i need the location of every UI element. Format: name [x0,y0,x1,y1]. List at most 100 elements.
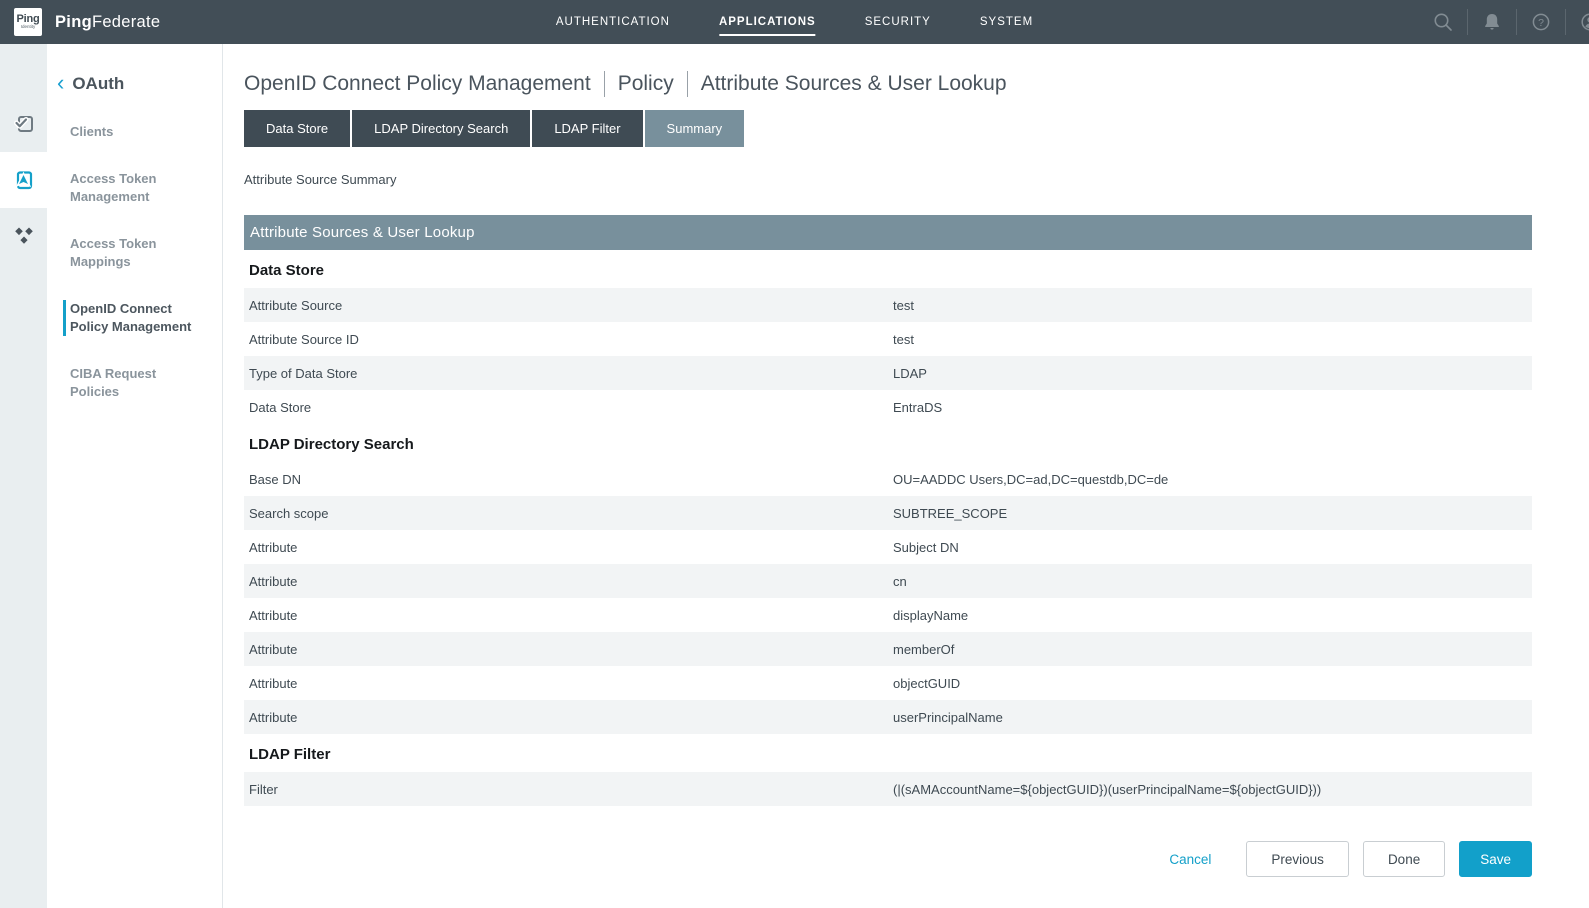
table-row: Base DNOU=AADDC Users,DC=ad,DC=questdb,D… [244,462,1532,496]
logo-text: Ping [16,14,39,24]
sidebar-item-ciba-request-policies[interactable]: CIBA Request Policies [63,365,197,401]
row-value: displayName [893,608,1532,623]
rail-item-access-token[interactable] [0,152,47,208]
page-title: OpenID Connect Policy Management Policy At… [244,71,1532,97]
sidebar-section-label: OAuth [72,74,124,94]
cancel-link[interactable]: Cancel [1169,852,1211,867]
cluster-icon [12,224,36,248]
row-value: userPrincipalName [893,710,1532,725]
row-value: cn [893,574,1532,589]
title-part: OpenID Connect Policy Management [244,72,591,96]
previous-button[interactable]: Previous [1246,841,1349,877]
nav-item-authentication[interactable]: AUTHENTICATION [556,12,670,32]
sidebar: ‹ OAuth Clients Access Token Management Ac… [47,44,223,908]
table-row: Attribute Source IDtest [244,322,1532,356]
table-row: Type of Data StoreLDAP [244,356,1532,390]
row-value: test [893,298,1532,313]
table-row: Attributecn [244,564,1532,598]
row-label: Attribute Source ID [249,332,893,347]
row-value: (|(sAMAccountName=${objectGUID})(userPri… [893,782,1532,797]
nav-item-security[interactable]: SECURITY [865,12,931,32]
wizard-steps: Data StoreLDAP Directory SearchLDAP Filt… [244,110,1532,147]
row-value: EntraDS [893,400,1532,415]
table-row: AttributedisplayName [244,598,1532,632]
rail-item-clients[interactable] [0,96,47,152]
main-content: OpenID Connect Policy Management Policy At… [224,44,1589,908]
top-navigation-bar: Ping Identity PingFederate AUTHENTICATIO… [0,0,1589,44]
product-name: PingFederate [55,13,160,32]
step-tab-ldap-directory-search[interactable]: LDAP Directory Search [352,110,530,147]
section-heading-ldap-filter: LDAP Filter [244,734,1532,772]
sidebar-item-clients[interactable]: Clients [63,123,197,141]
sidebar-menu: Clients Access Token Management Access Tok… [47,123,222,401]
row-label: Attribute [249,540,893,555]
rail-item-policies[interactable] [0,208,47,264]
table-row: Search scopeSUBTREE_SCOPE [244,496,1532,530]
search-icon[interactable] [1432,11,1454,33]
sidebar-item-access-token-management[interactable]: Access Token Management [63,170,197,206]
row-value: memberOf [893,642,1532,657]
row-label: Type of Data Store [249,366,893,381]
divider [1467,9,1468,35]
row-value: objectGUID [893,676,1532,691]
action-bar: Cancel Previous Done Save [244,841,1532,877]
step-tab-summary[interactable]: Summary [645,110,745,147]
table-row: Data StoreEntraDS [244,390,1532,424]
logo-subtext: Identity [21,24,36,30]
help-icon[interactable]: ? [1530,11,1552,33]
row-label: Search scope [249,506,893,521]
table-row: AttributeuserPrincipalName [244,700,1532,734]
step-tab-ldap-filter[interactable]: LDAP Filter [532,110,642,147]
notifications-bell-icon[interactable] [1481,11,1503,33]
save-button[interactable]: Save [1459,841,1532,877]
title-separator [687,71,688,97]
token-publish-icon [12,168,36,192]
row-label: Filter [249,782,893,797]
step-tab-data-store[interactable]: Data Store [244,110,350,147]
nav-item-system[interactable]: SYSTEM [980,12,1033,32]
sidebar-item-openid-connect-policy-management[interactable]: OpenID Connect Policy Management [63,300,197,336]
sidebar-back-oauth[interactable]: ‹ OAuth [57,74,222,94]
brand[interactable]: Ping Identity PingFederate [14,0,160,44]
row-value: OU=AADDC Users,DC=ad,DC=questdb,DC=de [893,472,1532,487]
divider [1516,9,1517,35]
ping-identity-logo: Ping Identity [14,8,42,36]
table-row: AttributememberOf [244,632,1532,666]
row-value: LDAP [893,366,1532,381]
topbar-utilities: ? [1432,0,1589,44]
checklist-icon [12,112,36,136]
row-value: Subject DN [893,540,1532,555]
table-row: AttributeSubject DN [244,530,1532,564]
row-label: Attribute Source [249,298,893,313]
row-label: Base DN [249,472,893,487]
row-label: Attribute [249,642,893,657]
summary-table: Data StoreAttribute SourcetestAttribute … [244,250,1532,806]
row-value: SUBTREE_SCOPE [893,506,1532,521]
done-button[interactable]: Done [1363,841,1445,877]
summary-caption: Attribute Source Summary [244,172,1532,187]
chevron-left-icon: ‹ [57,76,64,90]
row-label: Attribute [249,608,893,623]
row-label: Data Store [249,400,893,415]
title-part: Attribute Sources & User Lookup [701,72,1007,96]
row-label: Attribute [249,574,893,589]
pingfederate-app: Ping Identity PingFederate AUTHENTICATIO… [0,0,1589,908]
sidebar-item-access-token-mappings[interactable]: Access Token Mappings [63,235,197,271]
table-row: AttributeobjectGUID [244,666,1532,700]
account-icon[interactable] [1579,11,1589,33]
divider [1565,9,1566,35]
row-label: Attribute [249,710,893,725]
svg-text:?: ? [1538,17,1544,29]
section-heading-data-store: Data Store [244,250,1532,288]
section-heading-ldap-directory-search: LDAP Directory Search [244,424,1532,462]
nav-item-applications[interactable]: APPLICATIONS [719,12,816,32]
title-part: Policy [618,72,674,96]
table-title-bar: Attribute Sources & User Lookup [244,215,1532,250]
table-row: Filter(|(sAMAccountName=${objectGUID})(u… [244,772,1532,806]
primary-nav: AUTHENTICATION APPLICATIONS SECURITY SYSTEM [556,0,1033,44]
title-separator [604,71,605,97]
row-label: Attribute [249,676,893,691]
table-row: Attribute Sourcetest [244,288,1532,322]
icon-rail [0,44,47,908]
row-value: test [893,332,1532,347]
